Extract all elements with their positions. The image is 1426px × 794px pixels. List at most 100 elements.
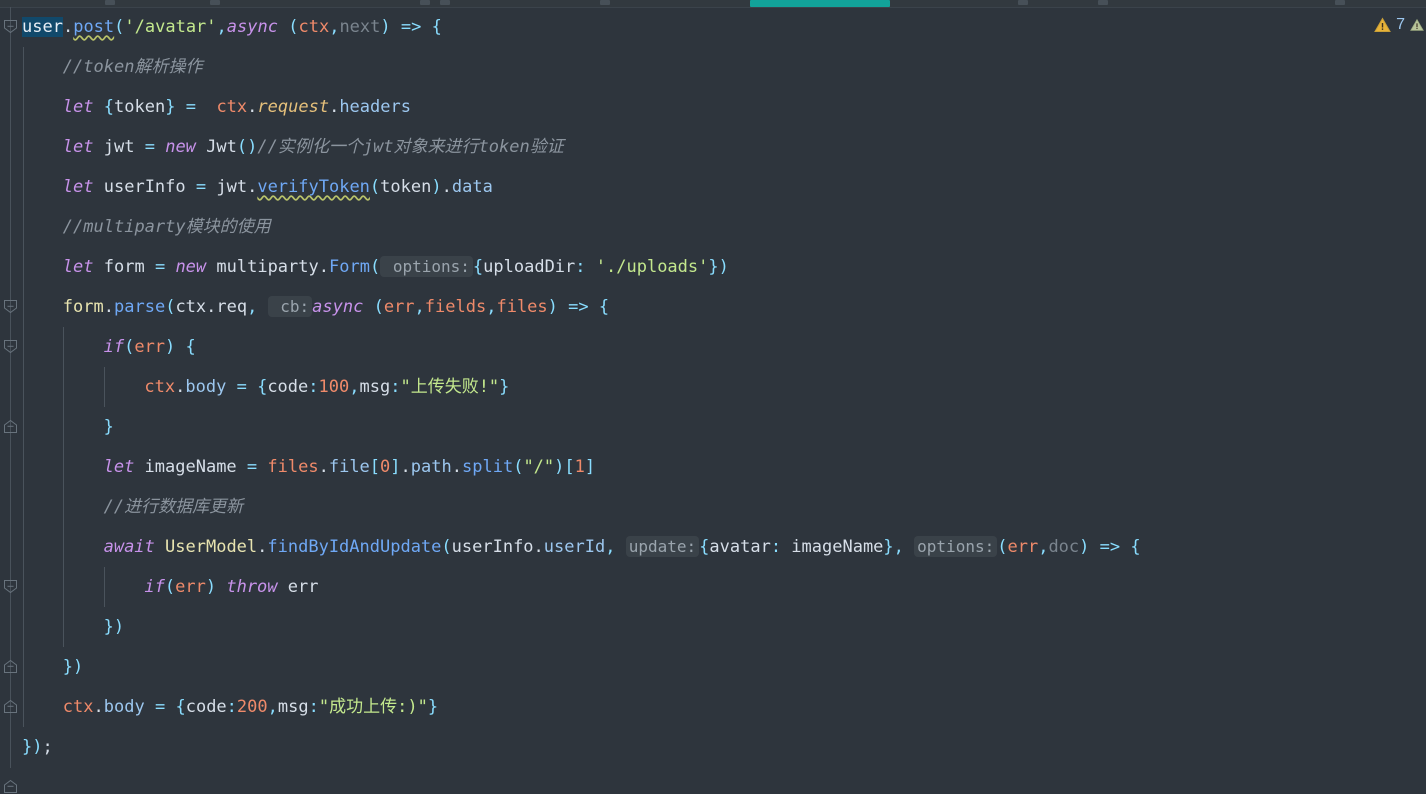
code-token: , — [216, 17, 227, 37]
code-token: let — [62, 97, 94, 117]
code-line[interactable]: if(err) { — [0, 327, 1426, 367]
code-token: ) — [718, 257, 729, 277]
indent-guide — [63, 327, 65, 367]
toolbar-item[interactable] — [1098, 0, 1108, 5]
code-token: { — [185, 337, 196, 357]
code-token: ) — [32, 737, 43, 757]
indent-guide — [22, 47, 24, 87]
code-token: ctx — [144, 377, 176, 397]
code-token: } — [499, 377, 510, 397]
code-line[interactable]: ctx.body = {code:200,msg:"成功上传:)"} — [0, 687, 1426, 727]
code-line[interactable]: await UserModel.findByIdAndUpdate(userIn… — [0, 527, 1426, 567]
code-token: ) — [554, 457, 565, 477]
code-token: ) — [1079, 537, 1090, 557]
indent-guide — [22, 87, 24, 127]
code-token: jwt — [93, 137, 145, 157]
code-line-text: let imageName = files.file[0].path.split… — [104, 457, 596, 477]
inspection-status-widget[interactable]: 7 — [1374, 7, 1426, 43]
code-line[interactable]: }) — [0, 647, 1426, 687]
code-token: . — [62, 17, 74, 37]
code-line[interactable]: //token解析操作 — [0, 47, 1426, 87]
code-token: update: — [625, 536, 700, 557]
code-line[interactable]: ctx.body = {code:100,msg:"上传失败!"} — [0, 367, 1426, 407]
code-token: = — [246, 457, 258, 477]
code-token: } — [883, 537, 894, 557]
code-token: body — [185, 377, 227, 397]
code-token: options: — [914, 536, 998, 557]
code-token: . — [329, 97, 340, 117]
indent-guide — [104, 367, 106, 407]
code-token: msg — [277, 697, 309, 717]
toolbar-item[interactable] — [600, 0, 610, 5]
code-token: ) — [380, 17, 391, 37]
warning-count-label: 7 — [1396, 16, 1405, 33]
code-token: ctx — [216, 97, 248, 117]
code-token: code — [267, 377, 309, 397]
indent-guide — [63, 407, 65, 447]
code-token: ( — [513, 457, 524, 477]
code-token: , — [247, 297, 268, 317]
code-line[interactable]: let {token} = ctx.request.headers — [0, 87, 1426, 127]
indent-guide — [22, 167, 24, 207]
code-line[interactable]: } — [0, 407, 1426, 447]
toolbar-item[interactable] — [440, 0, 450, 5]
fold-end-icon[interactable] — [3, 779, 18, 794]
code-editor[interactable]: user.post('/avatar',async (ctx,next) => … — [0, 0, 1426, 793]
code-token: err — [1007, 537, 1039, 557]
code-token: => — [1089, 537, 1131, 557]
toolbar-item[interactable] — [1335, 0, 1345, 5]
code-token: : — [390, 377, 401, 397]
code-token: "成功上传:)" — [318, 697, 428, 717]
code-line-text: form.parse(ctx.req, cb: async (err,fields… — [63, 296, 609, 317]
indent-guide — [22, 647, 24, 687]
toolbar-item[interactable] — [1018, 0, 1028, 5]
code-line[interactable]: let imageName = files.file[0].path.split… — [0, 447, 1426, 487]
code-line[interactable]: //multiparty模块的使用 — [0, 207, 1426, 247]
code-line[interactable]: }); — [0, 727, 1426, 767]
code-token: } — [708, 257, 719, 277]
code-line[interactable]: //进行数据库更新 — [0, 487, 1426, 527]
code-token: options: — [380, 256, 473, 277]
code-text-area[interactable]: user.post('/avatar',async (ctx,next) => … — [0, 7, 1426, 768]
code-token: : — [575, 257, 586, 277]
code-token: [ — [369, 457, 381, 477]
code-token: //进行数据库更新 — [103, 497, 244, 517]
code-token: { — [257, 377, 268, 397]
code-token: ) — [547, 297, 558, 317]
code-token: } — [427, 697, 439, 717]
code-token: ] — [390, 457, 401, 477]
toolbar-item[interactable] — [420, 0, 430, 5]
code-token: imageName — [134, 457, 247, 477]
code-line[interactable]: let form = new multiparty.Form( options:… — [0, 247, 1426, 287]
code-token: avatar — [709, 537, 771, 557]
code-token: . — [206, 297, 217, 317]
code-line-text: } — [104, 417, 114, 437]
code-token: user — [22, 17, 63, 37]
code-token: () — [236, 137, 258, 157]
weak-warning-triangle-icon — [1410, 17, 1424, 33]
code-token: async — [312, 297, 364, 317]
code-token: : — [308, 377, 319, 397]
toolbar-item[interactable] — [210, 0, 220, 5]
code-token: . — [400, 457, 411, 477]
code-line[interactable]: let jwt = new Jwt()//实例化一个jwt对象来进行token验… — [0, 127, 1426, 167]
toolbar-active-tab[interactable] — [750, 0, 890, 7]
code-token: ( — [441, 537, 452, 557]
code-token: userInfo — [93, 177, 196, 197]
code-token: ( — [114, 17, 125, 37]
code-line[interactable]: form.parse(ctx.req, cb: async (err,fields… — [0, 287, 1426, 327]
toolbar-item[interactable] — [105, 0, 115, 5]
indent-guide — [22, 447, 24, 487]
code-token: ] — [584, 457, 596, 477]
code-line[interactable]: let userInfo = jwt.verifyToken(token).da… — [0, 167, 1426, 207]
code-token: . — [441, 177, 452, 197]
code-line-text: //进行数据库更新 — [104, 497, 243, 517]
code-line[interactable]: user.post('/avatar',async (ctx,next) => … — [0, 7, 1426, 47]
code-line[interactable]: }) — [0, 607, 1426, 647]
indent-guide — [63, 607, 65, 647]
code-line[interactable]: if(err) throw err — [0, 567, 1426, 607]
